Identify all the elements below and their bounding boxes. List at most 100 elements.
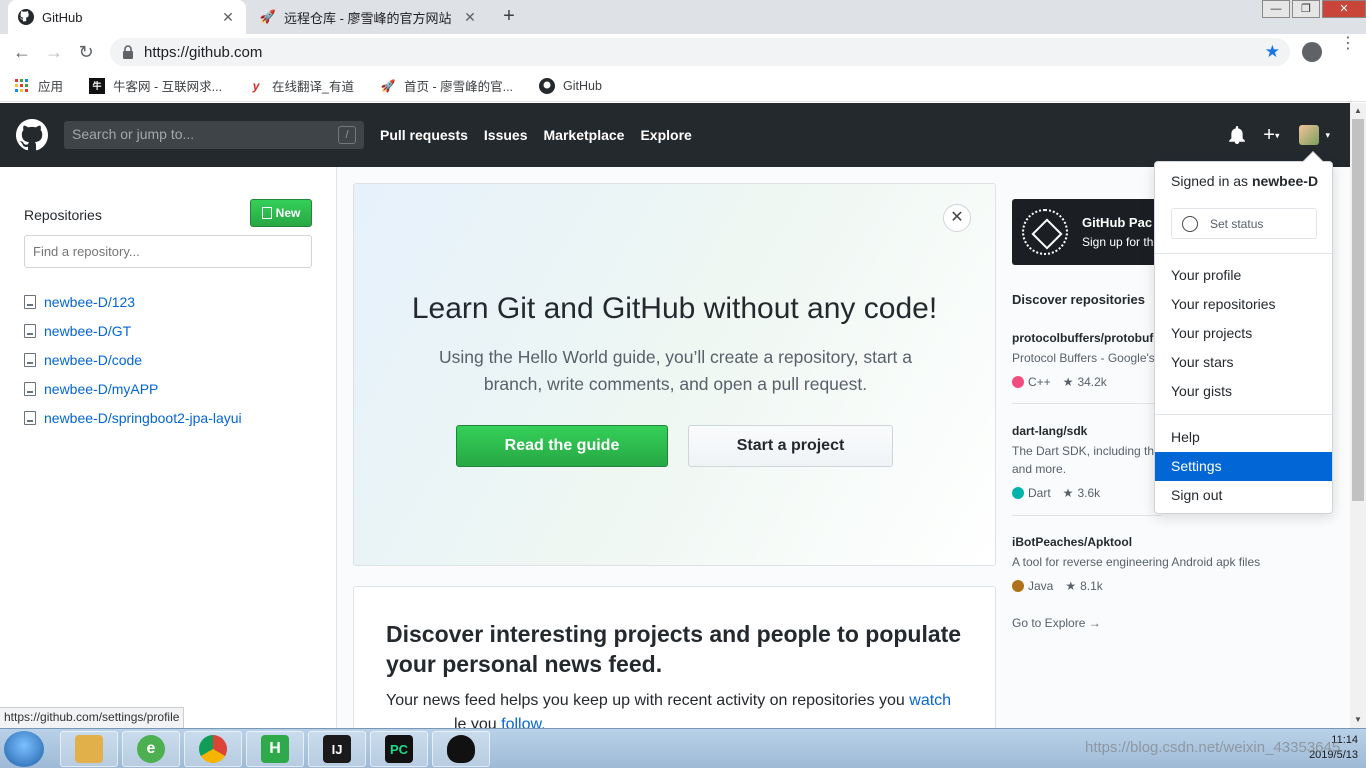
- new-button-label: New: [275, 206, 301, 220]
- taskbar-pycharm[interactable]: PC: [370, 731, 428, 767]
- find-repository-input[interactable]: [24, 235, 312, 268]
- tab-github[interactable]: GitHub ✕: [8, 0, 246, 34]
- hbuilder-icon: H: [261, 735, 289, 763]
- taskbar-explorer[interactable]: [60, 731, 118, 767]
- repo-link[interactable]: newbee-D/code: [24, 345, 242, 374]
- github-search-input[interactable]: Search or jump to... /: [64, 121, 364, 149]
- nav-marketplace[interactable]: Marketplace: [544, 127, 625, 143]
- set-status-button[interactable]: Set status: [1171, 208, 1317, 239]
- menu-settings[interactable]: Settings: [1155, 452, 1332, 481]
- hero-text: Using the Hello World guide, you’ll crea…: [438, 347, 913, 394]
- dismiss-hero-close-icon[interactable]: ✕: [943, 204, 971, 232]
- language-color-dot: [1012, 376, 1024, 388]
- address-bar[interactable]: https://github.com ★: [110, 38, 1290, 66]
- github-logo-icon[interactable]: [16, 119, 48, 151]
- account-icon[interactable]: [1302, 42, 1322, 62]
- slash-key-hint: /: [338, 126, 356, 144]
- tab-liaoxuefeng[interactable]: 🚀 远程仓库 - 廖雪峰的官方网站 ✕: [250, 0, 488, 34]
- maximize-button[interactable]: ❐: [1292, 0, 1320, 18]
- repo-stars: 8.1k: [1080, 579, 1103, 593]
- qq-penguin-icon: [447, 735, 475, 763]
- nav-issues[interactable]: Issues: [484, 127, 528, 143]
- bookmark-apps[interactable]: 应用: [14, 76, 63, 95]
- chevron-down-icon[interactable]: ▾: [1325, 130, 1330, 141]
- bookmarks-bar: 应用 牛 牛客网 - 互联网求... y 在线翻译_有道 🚀 首页 - 廖雪峰的…: [0, 70, 1366, 102]
- start-project-button[interactable]: Start a project: [688, 425, 893, 467]
- page-scrollbar[interactable]: ▲ ▼: [1350, 103, 1366, 728]
- discover-repo-item: iBotPeaches/Apktool A tool for reverse e…: [1012, 535, 1332, 593]
- taskbar-intellij[interactable]: IJ: [308, 731, 366, 767]
- forward-icon[interactable]: →: [43, 41, 65, 63]
- taskbar-360-browser[interactable]: e: [122, 731, 180, 767]
- window-close-button[interactable]: ✕: [1322, 0, 1366, 18]
- intellij-icon: IJ: [323, 735, 351, 763]
- repo-name: newbee-D/springboot2-jpa-layui: [44, 409, 242, 426]
- taskbar-qq[interactable]: [432, 731, 490, 767]
- header-actions: +▾ ▾: [1229, 125, 1330, 145]
- github-icon: [539, 77, 556, 94]
- nav-explore[interactable]: Explore: [640, 127, 691, 143]
- bookmark-star-icon[interactable]: ★: [1265, 42, 1280, 62]
- csdn-watermark: https://blog.csdn.net/weixin_43353645: [1085, 739, 1341, 756]
- package-icon: [1022, 209, 1068, 255]
- repo-name-link[interactable]: iBotPeaches/Apktool: [1012, 535, 1332, 549]
- reload-icon[interactable]: ↻: [75, 41, 97, 63]
- menu-help[interactable]: Help: [1155, 423, 1332, 452]
- repo-link[interactable]: newbee-D/GT: [24, 316, 242, 345]
- discover-card-title: Discover interesting projects and people…: [386, 621, 962, 677]
- scroll-up-icon[interactable]: ▲: [1350, 103, 1366, 119]
- hero-title: Learn Git and GitHub without any code!: [411, 292, 938, 325]
- nav-pull-requests[interactable]: Pull requests: [380, 127, 468, 143]
- create-new-plus-icon[interactable]: +▾: [1263, 125, 1279, 145]
- repo-link[interactable]: newbee-D/springboot2-jpa-layui: [24, 403, 242, 432]
- divider: [1012, 515, 1162, 516]
- bookmark-nowcoder[interactable]: 牛 牛客网 - 互联网求...: [89, 76, 222, 95]
- close-tab-icon[interactable]: ✕: [220, 9, 236, 25]
- read-guide-button[interactable]: Read the guide: [456, 425, 668, 467]
- bookmark-youdao[interactable]: y 在线翻译_有道: [248, 76, 354, 95]
- menu-your-stars[interactable]: Your stars: [1155, 348, 1332, 377]
- windows-start-button[interactable]: [4, 731, 44, 767]
- minimize-button[interactable]: —: [1262, 0, 1290, 18]
- repo-icon: [24, 294, 36, 309]
- new-tab-button[interactable]: +: [498, 6, 520, 28]
- bookmark-label: 应用: [38, 80, 64, 94]
- menu-your-repositories[interactable]: Your repositories: [1155, 290, 1332, 319]
- github-packages-promo[interactable]: GitHub Pac Sign up for th: [1012, 199, 1172, 265]
- repo-language: Java: [1028, 579, 1054, 593]
- bookmark-github[interactable]: GitHub: [539, 77, 602, 94]
- back-icon[interactable]: ←: [11, 41, 33, 63]
- new-repo-button[interactable]: New: [250, 199, 312, 227]
- avatar[interactable]: [1299, 125, 1320, 145]
- menu-kebab-icon[interactable]: ⋮: [1340, 36, 1356, 52]
- repo-icon: [24, 410, 36, 425]
- go-to-explore-link[interactable]: Go to Explore →: [1012, 616, 1101, 630]
- watch-link[interactable]: watch: [909, 692, 951, 709]
- menu-your-gists[interactable]: Your gists: [1155, 377, 1332, 406]
- repo-link[interactable]: newbee-D/123: [24, 287, 242, 316]
- bell-icon[interactable]: [1229, 126, 1246, 144]
- menu-sign-out[interactable]: Sign out: [1155, 481, 1332, 510]
- user-menu-dropdown: Signed in as newbee-D Set status Your pr…: [1154, 151, 1333, 514]
- menu-your-projects[interactable]: Your projects: [1155, 319, 1332, 348]
- repo-name: newbee-D/code: [44, 351, 143, 368]
- bookmark-liaoxuefeng[interactable]: 🚀 首页 - 廖雪峰的官...: [380, 76, 514, 95]
- language-color-dot: [1012, 487, 1024, 499]
- url-text: https://github.com: [144, 43, 263, 61]
- lock-icon: [123, 45, 133, 59]
- scroll-thumb[interactable]: [1352, 119, 1364, 501]
- scroll-down-icon[interactable]: ▼: [1350, 712, 1366, 728]
- repo-link[interactable]: newbee-D/myAPP: [24, 374, 242, 403]
- repo-icon: [24, 323, 36, 338]
- folder-icon: [75, 735, 103, 763]
- repo-icon: [261, 207, 272, 219]
- github-nav: Pull requests Issues Marketplace Explore: [380, 127, 708, 143]
- menu-your-profile[interactable]: Your profile: [1155, 261, 1332, 290]
- taskbar-chrome[interactable]: [184, 731, 242, 767]
- close-tab-icon[interactable]: ✕: [462, 9, 478, 25]
- smiley-icon: [1182, 215, 1198, 232]
- apps-grid-icon: [14, 78, 30, 94]
- signed-in-as: Signed in as newbee-D: [1171, 173, 1318, 189]
- taskbar-hbuilder[interactable]: H: [246, 731, 304, 767]
- language-color-dot: [1012, 580, 1024, 592]
